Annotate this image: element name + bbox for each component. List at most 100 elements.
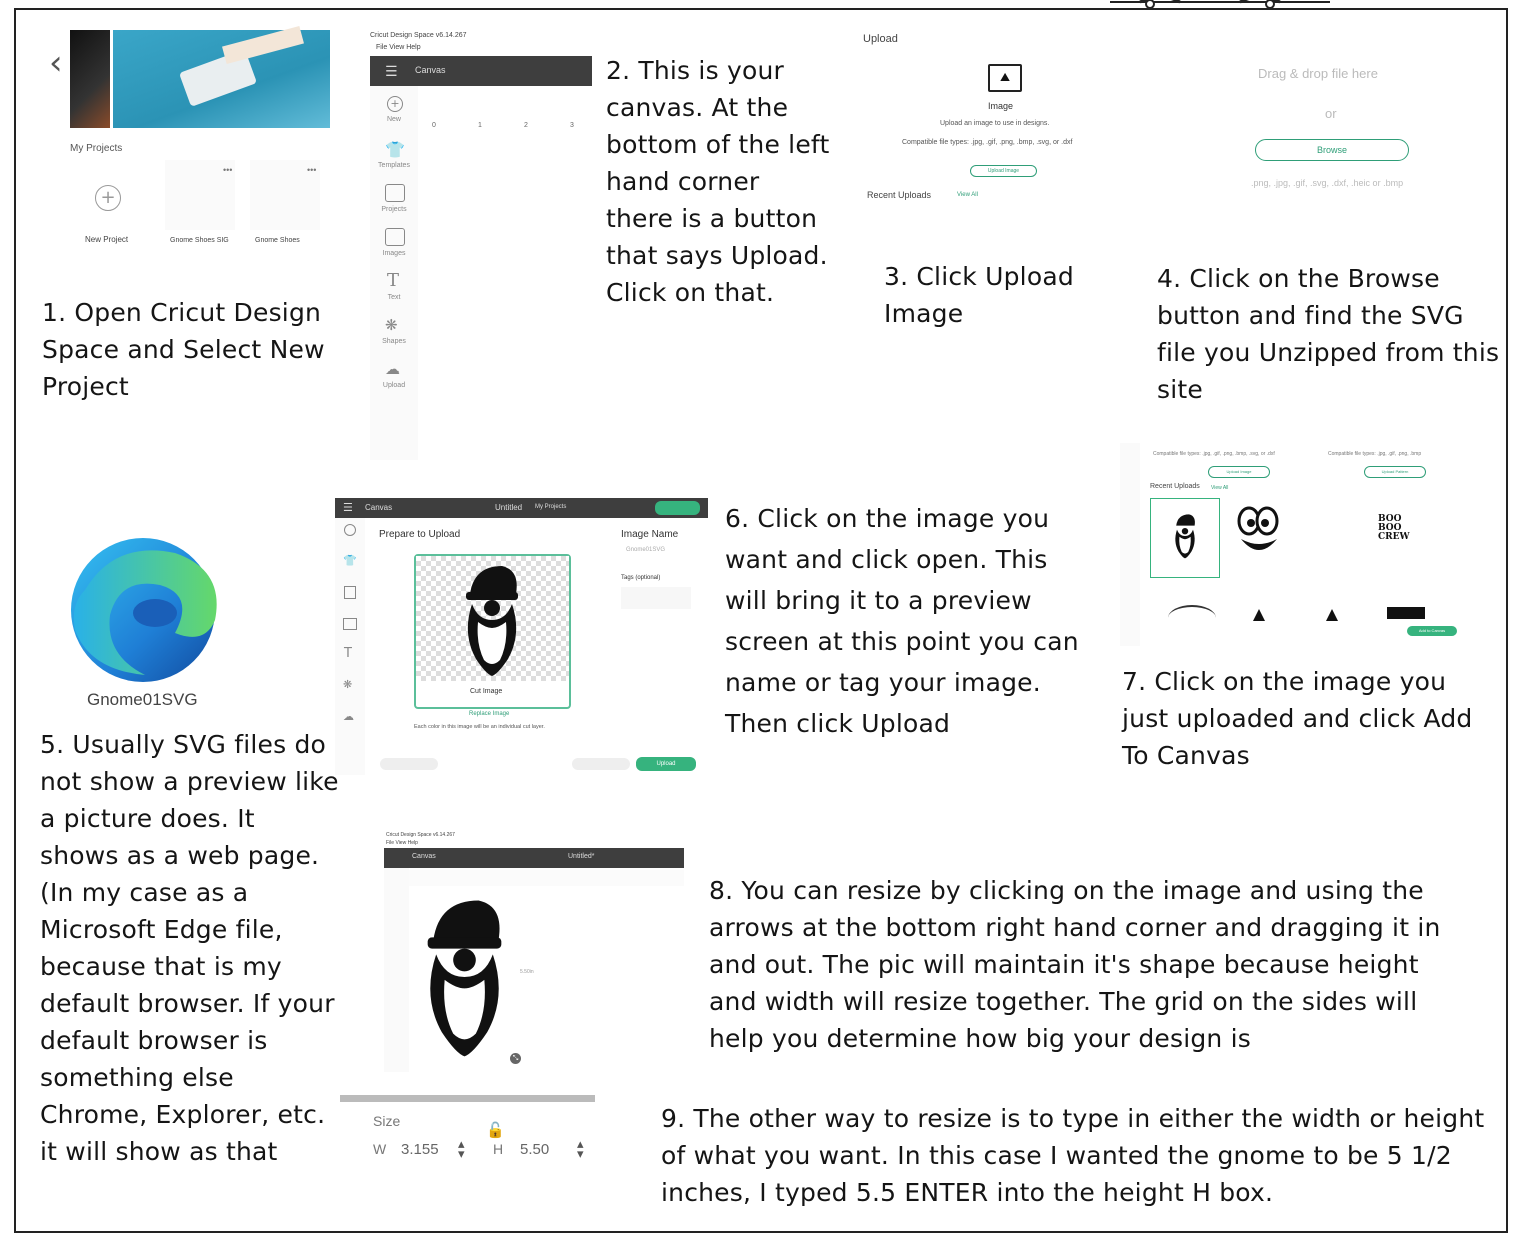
new-project-plus-icon[interactable]: +: [95, 185, 121, 211]
recent-uploads-label-2: Recent Uploads: [1150, 483, 1200, 490]
boo-crew-text: BOO BOO CREW: [1378, 514, 1410, 542]
prep-images-icon[interactable]: [343, 618, 357, 630]
arc-upload-thumb[interactable]: [1168, 605, 1216, 631]
lock-icon[interactable]: 🔓: [486, 1121, 505, 1139]
shapes-icon[interactable]: ❋: [385, 316, 398, 334]
cut-image-label[interactable]: Cut Image: [470, 688, 502, 695]
types-text-a: Compatible file types: .jpg, .gif, .png,…: [1153, 451, 1275, 457]
width-stepper-icon[interactable]: ▴ ▾: [458, 1138, 465, 1161]
height-label: H: [493, 1141, 504, 1157]
untitled-label: Untitled: [495, 503, 523, 512]
hamburger-icon[interactable]: ☰: [385, 64, 398, 80]
canvas-label-2: Canvas: [365, 503, 393, 512]
step-7-text: 7. Click on the image you just uploaded …: [1122, 667, 1473, 770]
project-b-more-icon[interactable]: •••: [307, 165, 316, 175]
make-it-button[interactable]: [655, 501, 700, 515]
prep-text-icon[interactable]: T: [344, 646, 352, 661]
step-2-text: 2. This is your canvas. At the bottom of…: [606, 56, 830, 307]
prep-templates-icon[interactable]: 👕: [343, 554, 357, 567]
images-icon[interactable]: [385, 228, 405, 246]
templates-icon[interactable]: 👕: [385, 140, 405, 159]
project-a-label[interactable]: Gnome Shoes SIG: [170, 237, 229, 244]
cancel-button[interactable]: [572, 758, 630, 770]
upload-pattern-button[interactable]: Upload Pattern: [1364, 466, 1426, 478]
prep-projects-icon[interactable]: [344, 586, 356, 599]
shot-6-prepare-upload: ☰ Canvas Untitled My Projects 👕 T ❋ ☁ Pr…: [335, 495, 708, 775]
project-b-label[interactable]: Gnome Shoes: [255, 237, 300, 244]
replace-image-link[interactable]: Replace Image: [469, 711, 509, 717]
my-projects-link[interactable]: My Projects: [535, 504, 566, 510]
gnome-upload-tile[interactable]: [1150, 498, 1220, 578]
eyes-face-upload-tile[interactable]: [1233, 503, 1285, 563]
width-input[interactable]: 3.155: [401, 1141, 439, 1158]
canvas-left-toolbar: [384, 868, 409, 1072]
shot-3-upload: Upload ⛰ Image Upload an image to use in…: [860, 28, 1120, 238]
shot-5-edge-file: Gnome01SVG: [60, 525, 240, 715]
resize-handle-icon[interactable]: ⤡: [510, 1053, 521, 1064]
prep-upload-icon[interactable]: ☁: [343, 710, 354, 723]
upload-icon[interactable]: ☁: [385, 360, 400, 378]
ruler-0: 0: [432, 122, 436, 129]
new-project-label[interactable]: New Project: [85, 235, 128, 244]
upload-image-button[interactable]: Upload Image: [970, 165, 1037, 177]
gnome-thumb: [1175, 514, 1195, 559]
left-toolbar: + New 👕 Templates Projects Images T Text…: [370, 86, 418, 460]
compatible-types: Compatible file types: .jpg, .gif, .png,…: [902, 139, 1073, 146]
height-input[interactable]: 5.50: [520, 1141, 549, 1158]
view-all-link[interactable]: View All: [957, 192, 978, 198]
side-label-shapes: Shapes: [382, 338, 406, 345]
boo-crew-upload-tile[interactable]: BOO BOO CREW: [1378, 515, 1418, 547]
project-a-more-icon[interactable]: •••: [223, 165, 232, 175]
upload-image-button-2[interactable]: Upload Image: [1208, 466, 1270, 478]
browse-button[interactable]: Browse: [1255, 139, 1409, 161]
height-stepper-icon[interactable]: ▴ ▾: [577, 1138, 584, 1161]
side-label-images: Images: [382, 250, 406, 257]
image-name-input[interactable]: Gnome01SVG: [626, 547, 665, 553]
prep-new-icon[interactable]: [344, 524, 356, 536]
step-8-text: 8. You can resize by clicking on the ima…: [709, 876, 1441, 1053]
my-projects-label: My Projects: [70, 143, 123, 154]
prep-shapes-icon[interactable]: ❋: [343, 678, 352, 691]
edit-toolbar[interactable]: [409, 870, 684, 886]
bar-upload-thumb[interactable]: [1387, 607, 1425, 619]
side-label-text: Text: [387, 294, 401, 301]
layer-note: Each color in this image will be an indi…: [414, 724, 545, 730]
decorative-top-art: [1110, 0, 1330, 9]
prepare-title: Prepare to Upload: [379, 529, 461, 540]
canvas-header-bar-2: Canvas Untitled*: [384, 848, 684, 868]
upload-button[interactable]: Upload: [636, 757, 696, 771]
prepare-header-bar: ☰ Canvas Untitled My Projects: [335, 498, 708, 518]
step-4-text: 4. Click on the Browse button and find t…: [1157, 264, 1500, 404]
shot-7-recent-uploads: Compatible file types: .jpg, .gif, .png,…: [1120, 443, 1465, 646]
text-icon[interactable]: T: [387, 270, 399, 291]
view-all-link-2[interactable]: View All: [1211, 485, 1228, 491]
tags-input[interactable]: [621, 587, 691, 609]
back-button[interactable]: [380, 758, 438, 770]
gnome-preview[interactable]: [462, 564, 522, 676]
drag-drop-text: Drag & drop file here: [1258, 66, 1378, 81]
shot-9-size-fields: Size 🔓 W 3.155 ▴ ▾ H 5.50 ▴ ▾: [340, 1095, 595, 1187]
size-label: Size: [373, 1113, 401, 1129]
blank-upload-tile[interactable]: [1300, 501, 1360, 571]
ruler-3: 3: [570, 122, 574, 129]
projects-icon[interactable]: [385, 184, 405, 202]
app-title: Cricut Design Space v6.14.267: [370, 32, 467, 39]
new-icon[interactable]: +: [387, 96, 403, 112]
menu-bar-2[interactable]: File View Help: [386, 840, 418, 846]
triangle-upload-thumb-b[interactable]: [1326, 609, 1338, 621]
edge-browser-icon[interactable]: [65, 535, 225, 685]
step-1-text: 1. Open Cricut Design Space and Select N…: [42, 298, 325, 401]
gnome-on-canvas[interactable]: [422, 897, 507, 1057]
shot-8-resize-canvas: Cricut Design Space v6.14.267 File View …: [384, 830, 684, 1072]
shot-1-projects: ‹ My Projects + New Project Gnome Shoes …: [45, 25, 335, 275]
file-name-label[interactable]: Gnome01SVG: [87, 690, 198, 710]
triangle-upload-thumb-a[interactable]: [1253, 609, 1265, 621]
menu-bar[interactable]: File View Help: [376, 44, 421, 51]
image-upload-icon[interactable]: ⛰: [988, 64, 1022, 92]
add-to-canvas-button[interactable]: Add to Canvas: [1407, 626, 1457, 636]
back-chevron-icon[interactable]: ‹: [49, 43, 63, 83]
hamburger-icon-2[interactable]: ☰: [343, 501, 353, 514]
side-label-projects: Projects: [381, 206, 407, 213]
shot-2-canvas: Cricut Design Space v6.14.267 File View …: [368, 28, 593, 460]
image-label: Image: [988, 101, 1014, 111]
